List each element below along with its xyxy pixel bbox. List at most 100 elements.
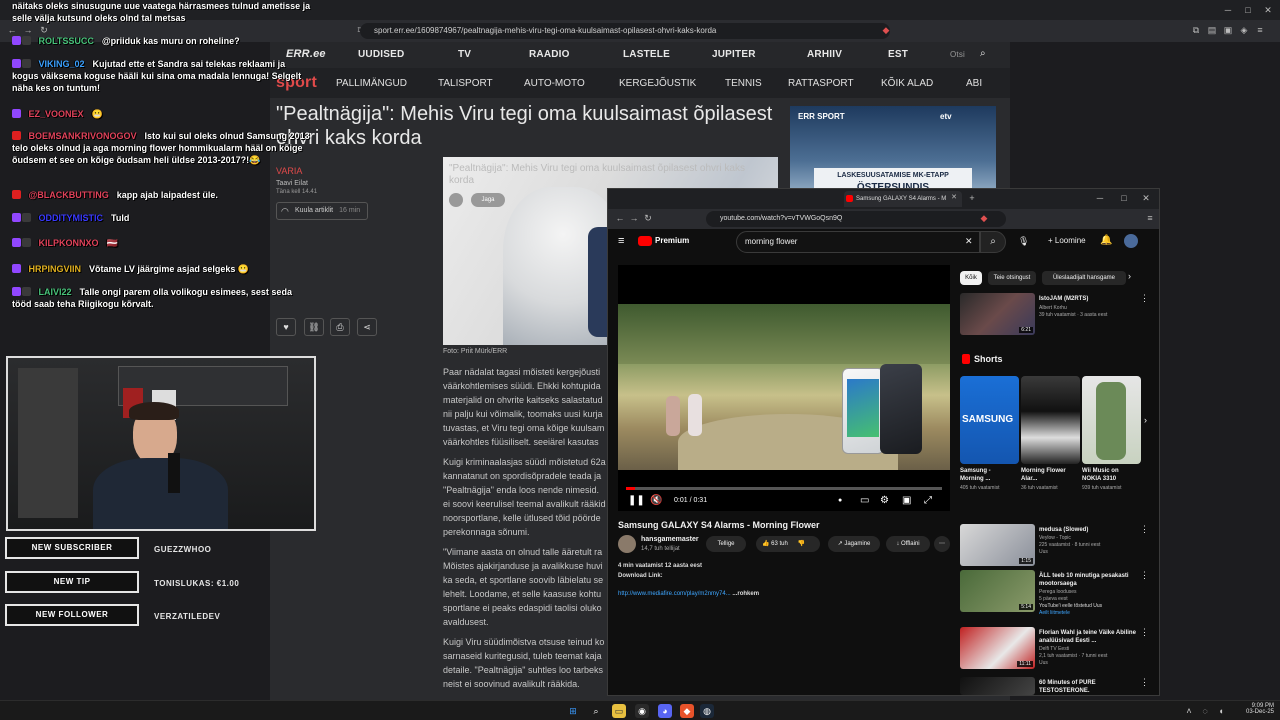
- chat-username[interactable]: VIKING_02: [39, 59, 85, 69]
- yt-logo-text[interactable]: Premium: [655, 236, 689, 245]
- app-icon[interactable]: ◉: [635, 704, 649, 718]
- yt-channel-avatar[interactable]: [618, 535, 636, 553]
- yt-mute-icon[interactable]: 🔇: [650, 495, 662, 506]
- chat-username[interactable]: ROLTSSUCC: [39, 36, 94, 46]
- steam-icon[interactable]: ◍: [700, 704, 714, 718]
- yt-download-button[interactable]: ↓ Offlaini: [886, 536, 930, 552]
- sport-nav-auto-moto[interactable]: AUTO-MOTO: [524, 78, 585, 89]
- yt-create-button[interactable]: + Loomine: [1048, 236, 1086, 245]
- vpn-icon[interactable]: ◈: [1238, 24, 1250, 36]
- kebab-menu-icon[interactable]: ⋮: [1140, 677, 1149, 688]
- yt-chip-from-search[interactable]: Teie otsingust: [988, 271, 1036, 285]
- chat-username[interactable]: HRPINGVIIN: [29, 264, 82, 274]
- chat-username[interactable]: ODDITYMISTIC: [39, 213, 104, 223]
- yt-short-3[interactable]: [1082, 376, 1141, 464]
- shorts-next-icon[interactable]: ›: [1144, 415, 1147, 425]
- yt-autoplay-icon[interactable]: ●: [838, 497, 842, 504]
- sport-nav-kergejoustik[interactable]: KERGEJÕUSTIK: [619, 78, 696, 89]
- kebab-menu-icon[interactable]: ⋮: [1140, 627, 1149, 638]
- new-tab-icon[interactable]: +: [966, 192, 978, 204]
- file-explorer-icon[interactable]: ▭: [612, 704, 626, 718]
- discord-icon[interactable]: ◕: [658, 704, 672, 718]
- nav-item-raadio[interactable]: RAADIO: [529, 49, 570, 60]
- yt-fullscreen-icon[interactable]: ⤢: [924, 495, 932, 506]
- tab-close-icon[interactable]: ✕: [948, 192, 960, 204]
- yt-back-icon[interactable]: ←: [614, 212, 626, 224]
- chat-username[interactable]: LAIVI22: [39, 287, 72, 297]
- yt-short-2[interactable]: [1021, 376, 1080, 464]
- close-icon[interactable]: ✕: [1262, 4, 1274, 16]
- brave-shield-icon[interactable]: ◆: [880, 24, 892, 36]
- yt-reload-icon[interactable]: ↻: [642, 212, 654, 224]
- yt-url-field[interactable]: youtube.com/watch?v=vTVWGoQsn9Q: [706, 211, 1006, 227]
- yt-search-button[interactable]: ⌕: [980, 231, 1006, 253]
- yt-subtitles-icon[interactable]: ▭: [860, 495, 869, 506]
- windows-start-icon[interactable]: ⊞: [566, 704, 580, 718]
- yt-menu-icon[interactable]: ≡: [1144, 212, 1156, 224]
- nav-item-lastele[interactable]: LASTELE: [623, 49, 670, 60]
- print-icon[interactable]: ⎙: [330, 318, 350, 336]
- yt-chip-all[interactable]: Kõik: [960, 271, 982, 285]
- yt-maximize-icon[interactable]: □: [1118, 192, 1130, 204]
- yt-mic-icon[interactable]: 🎙: [1018, 236, 1029, 247]
- tray-chevron-up-icon[interactable]: ˄: [1182, 704, 1196, 718]
- maximize-icon[interactable]: □: [1242, 4, 1254, 16]
- kebab-menu-icon[interactable]: ⋮: [1140, 293, 1149, 304]
- main-url-field[interactable]: sport.err.ee/1609874967/pealtnagija-mehi…: [360, 23, 890, 39]
- yt-channel-name[interactable]: hansgamemaster: [641, 536, 699, 543]
- sport-nav-pallimangud[interactable]: PALLIMÄNGUD: [336, 78, 407, 89]
- link-icon[interactable]: ⛓: [304, 318, 324, 336]
- yt-settings-icon[interactable]: ⚙: [880, 495, 889, 506]
- chevron-right-icon[interactable]: ›: [1128, 271, 1131, 281]
- yt-miniplayer-icon[interactable]: ▣: [902, 495, 911, 506]
- yt-description[interactable]: 4 min vaatamist 12 aasta eest Download L…: [618, 561, 948, 611]
- sport-nav-abi[interactable]: ABI: [966, 78, 982, 89]
- photo-share-button[interactable]: Jaga: [471, 193, 505, 207]
- chat-username[interactable]: BOEMSANKRIVONOGOV: [29, 131, 137, 141]
- sport-nav-koik-alad[interactable]: KÕIK ALAD: [881, 78, 933, 89]
- yt-desc-more[interactable]: ...rohkem: [732, 591, 759, 597]
- thumbs-down-icon[interactable]: 👎: [798, 541, 805, 547]
- youtube-logo-icon[interactable]: [638, 236, 652, 246]
- err-sport-ad-banner[interactable]: ERR SPORT etv LASKESUUSATAMISE MK-ETAPP …: [790, 106, 996, 198]
- yt-avatar[interactable]: [1124, 234, 1138, 248]
- minimize-icon[interactable]: ─: [1222, 4, 1234, 16]
- volume-icon[interactable]: ◖: [1214, 704, 1228, 718]
- yt-notifications-icon[interactable]: 🔔: [1100, 235, 1112, 246]
- yt-rec-4[interactable]: 60 Minutes of PURE TESTOSTERONE. ⋮: [960, 677, 1150, 695]
- yt-rec-1[interactable]: 1:15 medusa (Slowed) Veylow - Topic 225 …: [960, 524, 1150, 568]
- yt-chip-uploader[interactable]: Üleslaadijalt hansgame: [1042, 271, 1126, 285]
- yt-pause-icon[interactable]: ❚❚: [628, 495, 645, 506]
- nav-item-est[interactable]: EST: [888, 49, 908, 60]
- yt-short-1[interactable]: SAMSUNG: [960, 376, 1019, 464]
- sport-nav-talisport[interactable]: TALISPORT: [438, 78, 493, 89]
- search-icon[interactable]: ⌕: [980, 48, 986, 59]
- yt-like-button[interactable]: 👍 63 tuh 👎: [756, 536, 820, 552]
- yt-subscribe-button[interactable]: Tellige: [706, 536, 746, 552]
- yt-brave-shield-icon[interactable]: ◆: [978, 212, 990, 224]
- taskbar-clock[interactable]: 9:09 PM 03-Dec-25: [1244, 703, 1274, 715]
- like-icon[interactable]: ♥: [276, 318, 296, 336]
- network-icon[interactable]: ◌: [1198, 704, 1212, 718]
- yt-rec-3[interactable]: 11:11 Florian Wahl ja teine Väike Abilin…: [960, 627, 1150, 671]
- yt-more-actions-icon[interactable]: ⋯: [934, 536, 950, 552]
- brave-browser-icon[interactable]: ◆: [680, 704, 694, 718]
- sport-nav-tennis[interactable]: TENNIS: [725, 78, 762, 89]
- yt-hamburger-icon[interactable]: ≡: [618, 235, 624, 247]
- yt-forward-icon[interactable]: →: [628, 212, 640, 224]
- chat-username[interactable]: KILPKONNXO: [39, 238, 99, 248]
- share-icon[interactable]: ⋖: [357, 318, 377, 336]
- nav-item-jupiter[interactable]: JUPITER: [712, 49, 756, 60]
- yt-desc-link[interactable]: http://www.mediafire.com/play/m2nmy74...: [618, 591, 731, 597]
- yt-active-tab[interactable]: Samsung GALAXY S4 Alarms - M: [844, 191, 962, 207]
- chat-username[interactable]: @BLACKBUTTING: [29, 190, 109, 200]
- nav-item-uudised[interactable]: UUDISED: [358, 49, 404, 60]
- sidebar-icon[interactable]: ▤: [1206, 24, 1218, 36]
- yt-minimize-icon[interactable]: ─: [1094, 192, 1106, 204]
- yt-progress-bar[interactable]: [626, 487, 942, 490]
- yt-share-button[interactable]: ↗ Jagamine: [828, 536, 880, 552]
- menu-icon[interactable]: ≡: [1254, 24, 1266, 36]
- yt-close-icon[interactable]: ✕: [1140, 192, 1152, 204]
- err-search-input[interactable]: Otsi: [950, 50, 965, 59]
- taskbar-search-icon[interactable]: ⌕: [589, 704, 603, 718]
